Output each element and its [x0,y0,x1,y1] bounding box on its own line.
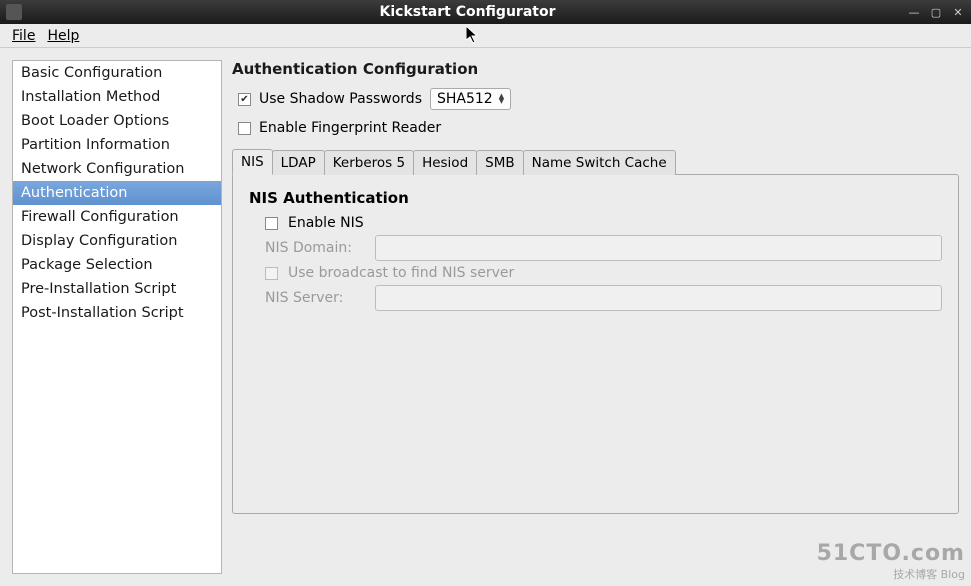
tab-name-switch-cache[interactable]: Name Switch Cache [523,150,676,175]
sidebar-item-firewall-configuration[interactable]: Firewall Configuration [13,205,221,229]
hash-select[interactable]: SHA512 ▲▼ [430,88,511,110]
enable-nis-row: Enable NIS [265,215,942,231]
sidebar-item-network-configuration[interactable]: Network Configuration [13,157,221,181]
main-panel: Authentication Configuration Use Shadow … [232,60,959,574]
close-button[interactable]: ✕ [951,5,965,19]
titlebar: Kickstart Configurator — ▢ ✕ [0,0,971,24]
auth-tabs: NISLDAPKerberos 5HesiodSMBName Switch Ca… [232,148,959,514]
nis-server-row: NIS Server: [265,285,942,311]
fingerprint-row: Enable Fingerprint Reader [232,118,959,138]
section-title: Authentication Configuration [232,60,959,78]
sidebar-item-basic-configuration[interactable]: Basic Configuration [13,61,221,85]
sidebar-item-boot-loader-options[interactable]: Boot Loader Options [13,109,221,133]
sidebar-item-authentication[interactable]: Authentication [13,181,221,205]
nis-domain-label: NIS Domain: [265,240,365,256]
nis-server-label: NIS Server: [265,290,365,306]
menu-file[interactable]: File [6,26,41,46]
minimize-button[interactable]: — [907,5,921,19]
nis-broadcast-row: Use broadcast to find NIS server [265,265,942,281]
use-shadow-label: Use Shadow Passwords [259,91,422,107]
tab-ldap[interactable]: LDAP [272,150,325,175]
sidebar-item-package-selection[interactable]: Package Selection [13,253,221,277]
sidebar-item-partition-information[interactable]: Partition Information [13,133,221,157]
tab-hesiod[interactable]: Hesiod [413,150,477,175]
window-controls: — ▢ ✕ [907,5,965,19]
menubar: File Help [0,24,971,48]
enable-nis-label: Enable NIS [288,215,364,231]
sidebar: Basic ConfigurationInstallation MethodBo… [12,60,222,574]
window-title: Kickstart Configurator [28,4,907,20]
nis-domain-input [375,235,942,261]
fingerprint-checkbox[interactable] [238,122,251,135]
tab-body-nis: NIS Authentication Enable NIS NIS Domain… [232,174,959,514]
sidebar-item-pre-installation-script[interactable]: Pre-Installation Script [13,277,221,301]
enable-nis-checkbox[interactable] [265,217,278,230]
content-area: Basic ConfigurationInstallation MethodBo… [0,48,971,586]
tab-row: NISLDAPKerberos 5HesiodSMBName Switch Ca… [232,148,959,174]
use-shadow-checkbox[interactable] [238,93,251,106]
hash-select-value: SHA512 [437,91,493,107]
tab-kerberos-5[interactable]: Kerberos 5 [324,150,414,175]
menu-help[interactable]: Help [41,26,85,46]
nis-broadcast-label: Use broadcast to find NIS server [288,265,514,281]
nis-domain-row: NIS Domain: [265,235,942,261]
sidebar-item-display-configuration[interactable]: Display Configuration [13,229,221,253]
sidebar-item-installation-method[interactable]: Installation Method [13,85,221,109]
tab-smb[interactable]: SMB [476,150,523,175]
app-icon [6,4,22,20]
sidebar-item-post-installation-script[interactable]: Post-Installation Script [13,301,221,325]
fingerprint-label: Enable Fingerprint Reader [259,120,441,136]
nis-group-title: NIS Authentication [249,189,942,207]
updown-icon: ▲▼ [499,94,504,104]
use-shadow-row: Use Shadow Passwords SHA512 ▲▼ [232,86,959,112]
tab-nis[interactable]: NIS [232,149,273,175]
nis-server-input [375,285,942,311]
nis-broadcast-checkbox [265,267,278,280]
maximize-button[interactable]: ▢ [929,5,943,19]
